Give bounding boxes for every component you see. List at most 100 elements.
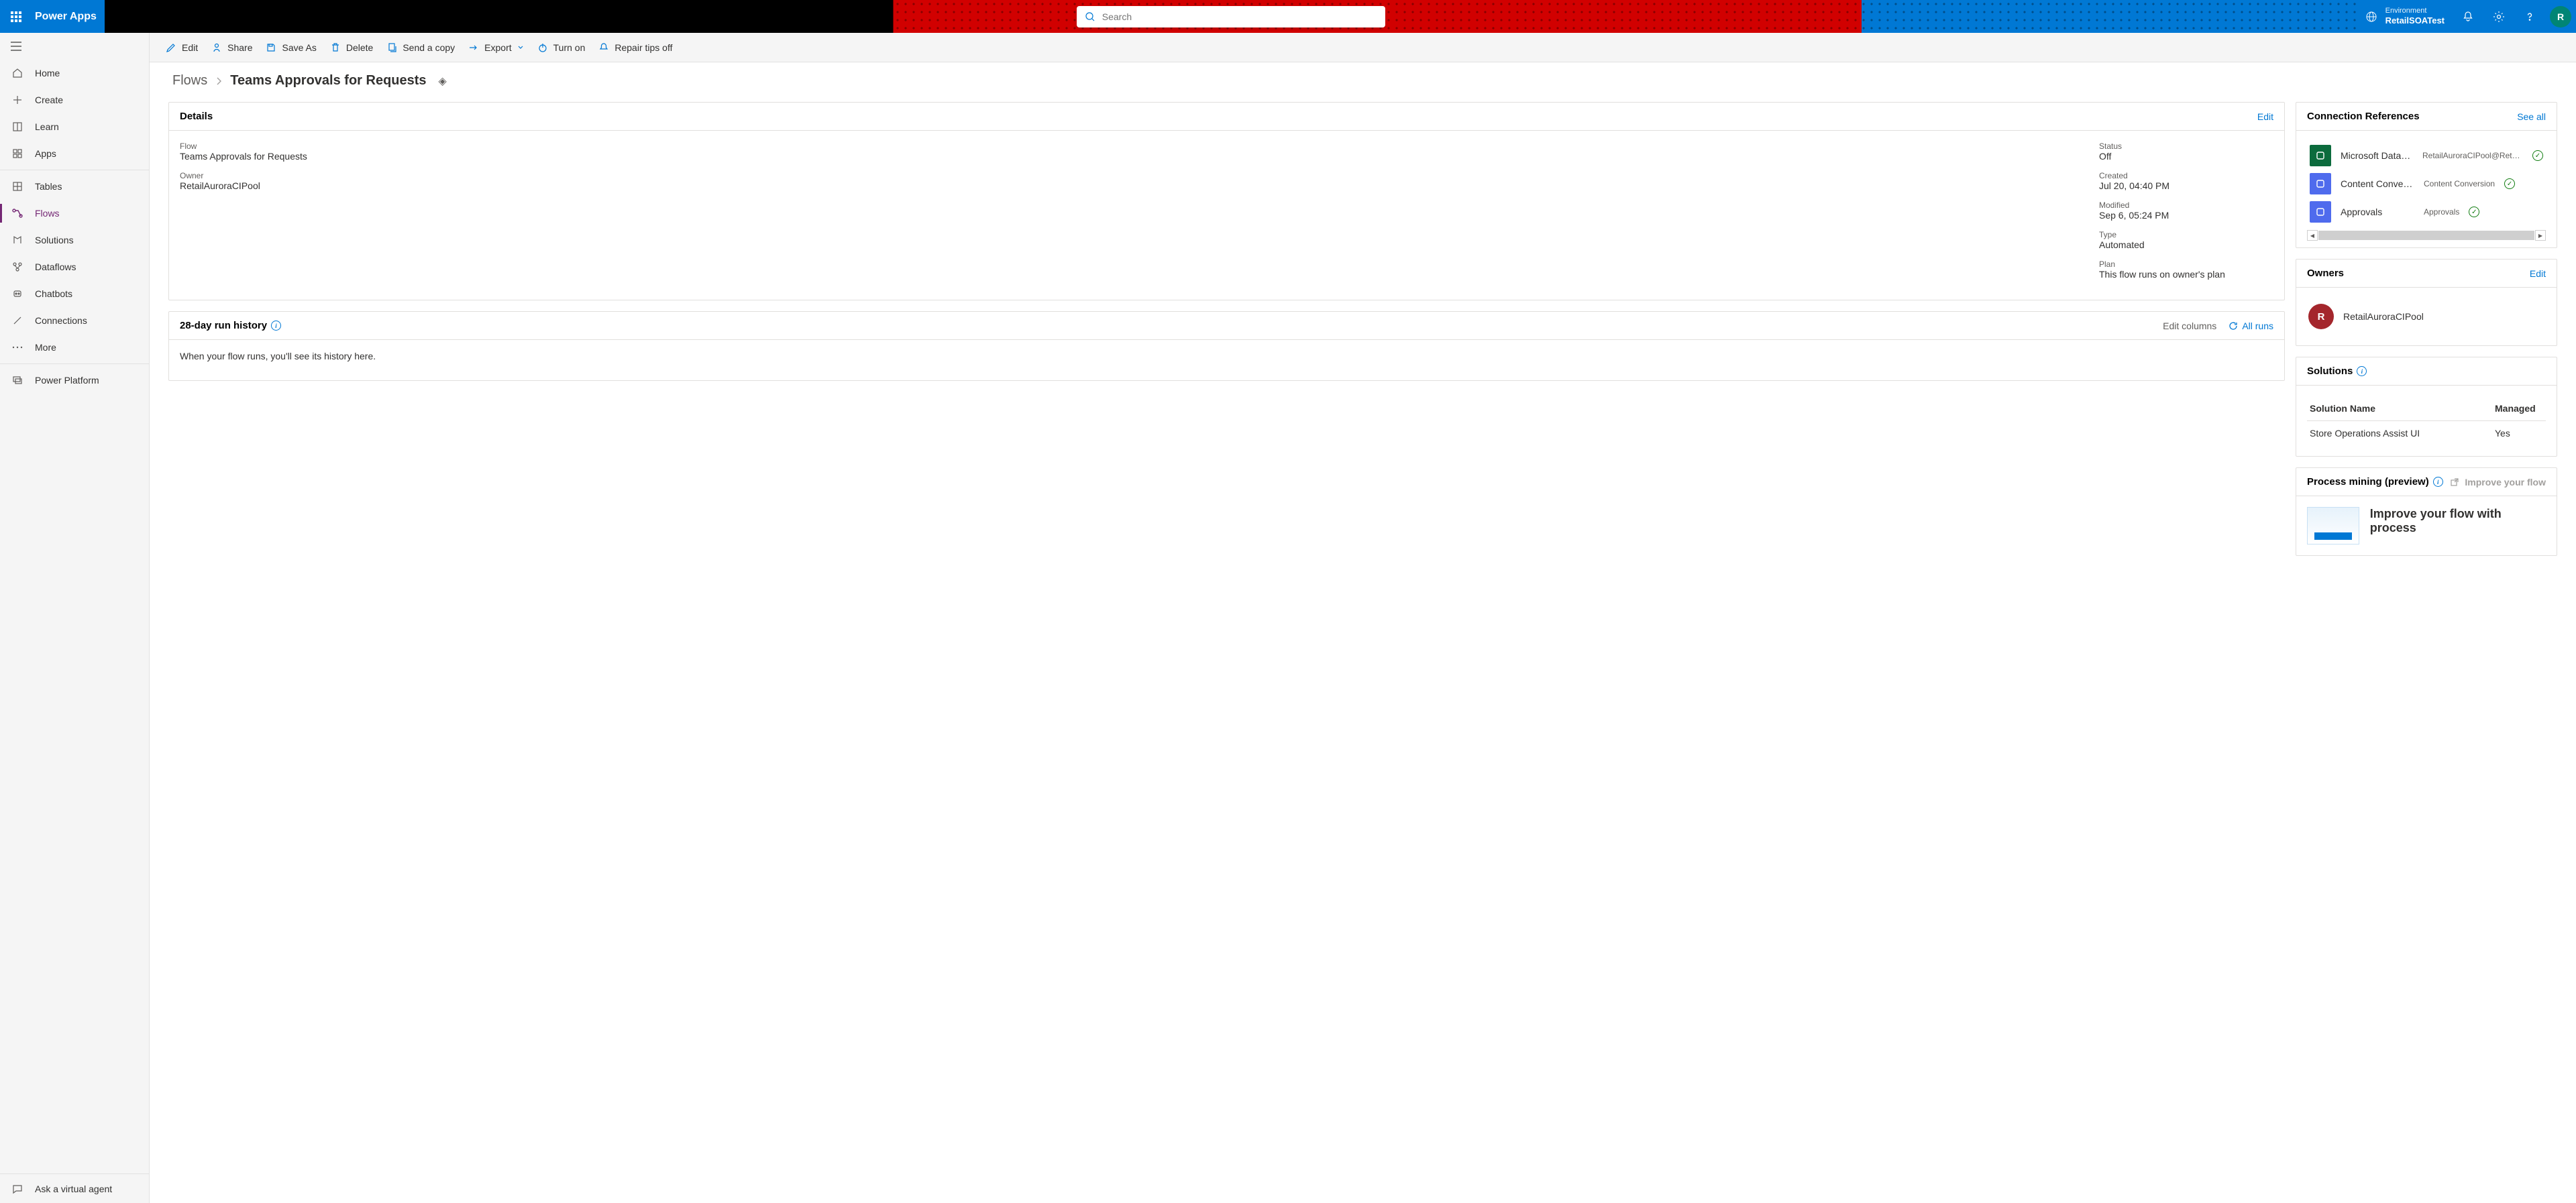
all-runs-link[interactable]: All runs <box>2229 321 2273 331</box>
sidebar-item-dataflows[interactable]: Dataflows <box>0 253 149 280</box>
brand-label[interactable]: Power Apps <box>32 0 105 33</box>
copy-icon <box>386 42 397 53</box>
type-value: Automated <box>2099 239 2273 250</box>
edit-button[interactable]: Edit <box>166 42 198 53</box>
sidebar-item-connections[interactable]: Connections <box>0 307 149 334</box>
env-label: Environment <box>2385 7 2445 15</box>
repair-tips-button[interactable]: Repair tips off <box>598 42 672 53</box>
sidebar-item-apps[interactable]: Apps <box>0 140 149 167</box>
check-icon: ✓ <box>2469 207 2479 217</box>
notifications-button[interactable] <box>2453 0 2483 33</box>
delete-button[interactable]: Delete <box>330 42 373 53</box>
breadcrumb: Flows Teams Approvals for Requests ◈ <box>168 73 2557 89</box>
hamburger-button[interactable] <box>0 33 149 60</box>
bell-off-icon <box>598 42 609 53</box>
flow-icon <box>11 207 23 219</box>
sidebar-item-label: Connections <box>35 315 87 326</box>
solutions-card: Solutions i Solution Name Managed <box>2296 357 2557 457</box>
search-box[interactable] <box>1077 6 1385 27</box>
ask-virtual-agent[interactable]: Ask a virtual agent <box>0 1173 149 1203</box>
details-edit-link[interactable]: Edit <box>2257 111 2273 122</box>
account-button[interactable]: R <box>2545 6 2576 27</box>
sidebar-item-label: Chatbots <box>35 288 72 299</box>
flow-value: Teams Approvals for Requests <box>180 151 2099 162</box>
chevron-right-icon <box>215 76 222 86</box>
bell-icon <box>2462 11 2474 23</box>
avatar: R <box>2550 6 2571 27</box>
sidebar-item-label: Create <box>35 95 63 105</box>
info-icon[interactable]: i <box>2357 366 2367 376</box>
owner-row: R RetailAuroraCIPool <box>2307 298 2546 335</box>
help-button[interactable] <box>2514 0 2545 33</box>
edit-columns-link[interactable]: Edit columns <box>2163 321 2216 331</box>
scroll-right-icon[interactable]: ▶ <box>2535 230 2546 241</box>
breadcrumb-current: Teams Approvals for Requests <box>230 73 426 89</box>
pm-headline: Improve your flow with process <box>2370 507 2546 535</box>
sidebar-item-flows[interactable]: Flows <box>0 200 149 227</box>
sidebar-item-power-platform[interactable]: Power Platform <box>0 367 149 394</box>
run-history-card: 28-day run history i Edit columns All ru… <box>168 311 2285 381</box>
environment-selector[interactable]: Environment RetailSOATest <box>2357 0 2453 33</box>
modified-value: Sep 6, 05:24 PM <box>2099 210 2273 221</box>
breadcrumb-parent[interactable]: Flows <box>172 73 207 89</box>
owners-edit-link[interactable]: Edit <box>2530 268 2546 279</box>
sidebar-item-create[interactable]: Create <box>0 87 149 113</box>
platform-icon <box>11 374 23 386</box>
waffle-icon <box>11 11 21 22</box>
connections-title: Connection References <box>2307 111 2420 122</box>
external-icon <box>2450 477 2459 487</box>
book-icon <box>11 121 23 133</box>
connections-scrollbar[interactable]: ◀ ▶ <box>2307 230 2546 241</box>
created-value: Jul 20, 04:40 PM <box>2099 180 2273 191</box>
premium-icon: ◈ <box>439 74 447 88</box>
info-icon[interactable]: i <box>271 321 281 331</box>
sidebar-item-label: Flows <box>35 208 60 219</box>
save-as-button[interactable]: Save As <box>266 42 316 53</box>
waffle-button[interactable] <box>0 0 32 33</box>
export-button[interactable]: Export <box>468 42 523 53</box>
connection-row[interactable]: Microsoft Dataverse RetailAuroraCIPool@R… <box>2307 141 2546 170</box>
sidebar-item-label: Learn <box>35 121 59 132</box>
connection-sub: RetailAuroraCIPool@RetailCPO <box>2422 151 2523 160</box>
trash-icon <box>330 42 341 53</box>
connection-icon <box>11 314 23 327</box>
top-header: Power Apps Environment RetailSOATest R <box>0 0 2576 33</box>
scroll-left-icon[interactable]: ◀ <box>2307 230 2318 241</box>
solution-row[interactable]: Store Operations Assist UI Yes <box>2307 421 2546 446</box>
improve-flow-link: Improve your flow <box>2450 477 2546 488</box>
connection-name: Approvals <box>2341 207 2414 217</box>
sidebar-item-label: Power Platform <box>35 375 99 386</box>
connection-row[interactable]: Approvals Approvals ✓ <box>2307 198 2546 226</box>
chatbot-icon <box>11 288 23 300</box>
created-label: Created <box>2099 171 2273 180</box>
details-card: Details Edit FlowTeams Approvals for Req… <box>168 102 2285 300</box>
pm-title: Process mining (preview) <box>2307 476 2429 488</box>
owners-card: Owners Edit R RetailAuroraCIPool <box>2296 259 2557 346</box>
flow-label: Flow <box>180 141 2099 151</box>
sidebar-item-solutions[interactable]: Solutions <box>0 227 149 253</box>
hamburger-icon <box>11 42 21 51</box>
send-copy-button[interactable]: Send a copy <box>386 42 455 53</box>
type-label: Type <box>2099 230 2273 239</box>
share-button[interactable]: Share <box>211 42 252 53</box>
search-input[interactable] <box>1102 11 1377 22</box>
settings-button[interactable] <box>2483 0 2514 33</box>
sidebar-item-tables[interactable]: Tables <box>0 173 149 200</box>
owner-value: RetailAuroraCIPool <box>180 180 2099 191</box>
turn-on-button[interactable]: Turn on <box>537 42 586 53</box>
connections-see-all[interactable]: See all <box>2517 111 2546 122</box>
sidebar-item-more[interactable]: More <box>0 334 149 361</box>
sidebar-item-label: Dataflows <box>35 262 76 272</box>
sidebar-item-label: Tables <box>35 181 62 192</box>
sidebar-item-label: More <box>35 342 56 353</box>
owner-avatar: R <box>2308 304 2334 329</box>
sidebar-item-chatbots[interactable]: Chatbots <box>0 280 149 307</box>
connection-icon <box>2310 145 2331 166</box>
connection-row[interactable]: Content Conversion Content Conversion ✓ <box>2307 170 2546 198</box>
connection-name: Microsoft Dataverse <box>2341 150 2413 161</box>
table-icon <box>11 180 23 192</box>
sidebar-item-learn[interactable]: Learn <box>0 113 149 140</box>
sidebar-item-home[interactable]: Home <box>0 60 149 87</box>
refresh-icon <box>2229 321 2238 331</box>
info-icon[interactable]: i <box>2433 477 2443 487</box>
